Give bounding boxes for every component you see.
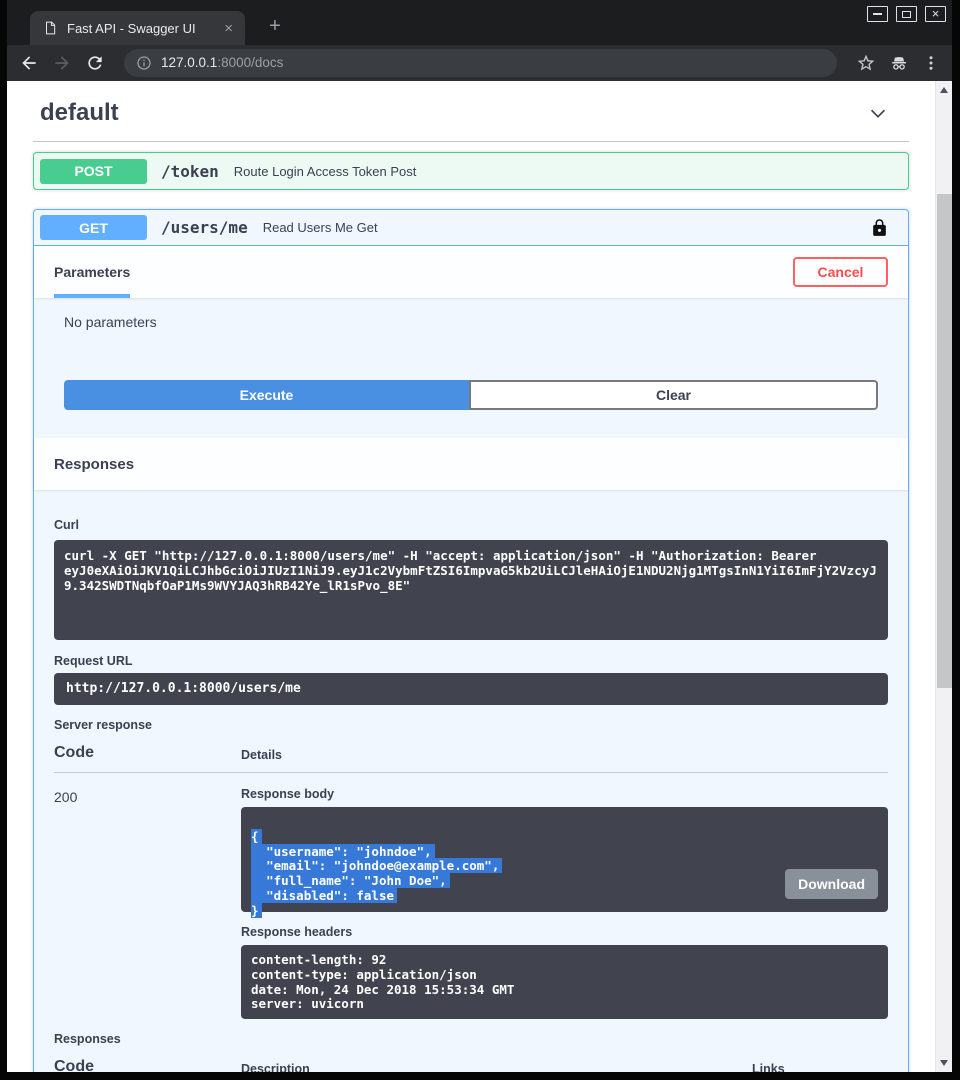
- url-host: 127.0.0.1: [161, 55, 217, 70]
- scrollbar-down-arrow[interactable]: [940, 1060, 948, 1066]
- opblock-get-header[interactable]: GET /users/me Read Users Me Get: [34, 210, 908, 246]
- maximize-button[interactable]: [896, 6, 917, 22]
- browser-menu-icon[interactable]: [922, 53, 940, 73]
- request-url-label: Request URL: [54, 654, 888, 668]
- close-button[interactable]: ×: [925, 6, 946, 22]
- server-response-row: 200 Response body { "username": "johndoe…: [54, 773, 888, 1019]
- responses-body: Curl curl -X GET "http://127.0.0.1:8000/…: [34, 490, 908, 1072]
- tab-close-icon[interactable]: ×: [222, 20, 235, 37]
- response-body-json: { "username": "johndoe", "email": "johnd…: [251, 830, 878, 919]
- browser-toolbar: 127.0.0.1:8000/docs: [7, 45, 952, 81]
- tab-title: Fast API - Swagger UI: [67, 21, 222, 36]
- doc-description-header: Description: [241, 1062, 738, 1072]
- scrollbar-up-arrow[interactable]: [940, 87, 948, 93]
- opblock-post-token: POST /token Route Login Access Token Pos…: [33, 152, 909, 190]
- code-column-header: Code: [54, 744, 241, 762]
- op-summary-users-me: Read Users Me Get: [263, 220, 378, 235]
- minimize-icon: [873, 13, 882, 15]
- authorize-lock-button[interactable]: [870, 217, 889, 239]
- parameters-body: No parameters Execute Clear: [34, 298, 908, 438]
- method-badge-get: GET: [40, 215, 147, 240]
- chevron-down-icon[interactable]: [867, 102, 889, 124]
- reload-icon[interactable]: [85, 53, 105, 73]
- tab-parameters: Parameters: [54, 246, 130, 298]
- request-url-block: http://127.0.0.1:8000/users/me: [54, 673, 888, 705]
- section-divider: [33, 141, 909, 142]
- status-code: 200: [54, 787, 241, 1019]
- details-column-header: Details: [241, 748, 282, 762]
- site-info-icon[interactable]: [136, 55, 152, 71]
- scrollbar-thumb[interactable]: [937, 194, 952, 688]
- method-badge-post: POST: [40, 159, 147, 184]
- execute-button[interactable]: Execute: [64, 380, 469, 410]
- response-body-label: Response body: [241, 787, 888, 801]
- server-response-table-header: Code Details: [54, 744, 888, 773]
- server-response-table: Code Details 200 Response body { "userna…: [54, 744, 888, 1019]
- response-body-block: { "username": "johndoe", "email": "johnd…: [241, 807, 888, 912]
- op-path-token: /token: [161, 162, 219, 181]
- page-scrollbar[interactable]: [935, 81, 952, 1072]
- responses-section-header: Responses: [34, 438, 908, 490]
- close-icon: ×: [932, 8, 940, 20]
- op-path-users-me: /users/me: [161, 218, 248, 237]
- curl-label: Curl: [54, 518, 888, 532]
- doc-links-header: Links: [738, 1062, 888, 1072]
- maximize-icon: [902, 11, 911, 18]
- opblock-get-users-me: GET /users/me Read Users Me Get Paramete…: [33, 209, 909, 1072]
- lock-icon: [870, 217, 889, 239]
- url-path: :8000/docs: [217, 55, 283, 70]
- page-favicon-icon: [43, 20, 57, 36]
- execute-row: Execute Clear: [64, 380, 878, 410]
- doc-code-header: Code: [54, 1058, 241, 1072]
- back-icon[interactable]: [19, 53, 39, 73]
- server-response-label: Server response: [54, 718, 888, 732]
- new-tab-button[interactable]: +: [263, 16, 287, 36]
- clear-button[interactable]: Clear: [469, 380, 878, 410]
- browser-window: Fast API - Swagger UI × + × 127.0.0.1:80…: [0, 0, 960, 1080]
- cancel-button[interactable]: Cancel: [793, 257, 888, 287]
- no-parameters-text: No parameters: [64, 314, 878, 330]
- documented-responses-header: Code Description Links: [54, 1058, 888, 1072]
- incognito-icon: [889, 53, 909, 73]
- tag-section-header[interactable]: default: [33, 94, 909, 130]
- window-controls: ×: [867, 6, 946, 22]
- bookmark-star-icon[interactable]: [856, 53, 876, 73]
- browser-tab[interactable]: Fast API - Swagger UI ×: [30, 11, 245, 45]
- swagger-page: default POST /token Route Login Access T…: [7, 81, 935, 1072]
- browser-titlebar: Fast API - Swagger UI × + ×: [7, 0, 952, 45]
- download-button[interactable]: Download: [785, 869, 878, 899]
- minimize-button[interactable]: [867, 6, 888, 22]
- url-bar[interactable]: 127.0.0.1:8000/docs: [124, 49, 837, 77]
- op-summary-token: Route Login Access Token Post: [234, 164, 417, 179]
- page-viewport: default POST /token Route Login Access T…: [7, 81, 952, 1072]
- tag-title: default: [40, 99, 119, 127]
- parameters-section-header: Parameters Cancel: [34, 246, 908, 298]
- documented-responses-label: Responses: [54, 1032, 888, 1046]
- curl-command-block: curl -X GET "http://127.0.0.1:8000/users…: [54, 540, 888, 640]
- responses-title: Responses: [54, 456, 134, 473]
- opblock-post-header[interactable]: POST /token Route Login Access Token Pos…: [34, 153, 908, 189]
- forward-icon[interactable]: [52, 53, 72, 73]
